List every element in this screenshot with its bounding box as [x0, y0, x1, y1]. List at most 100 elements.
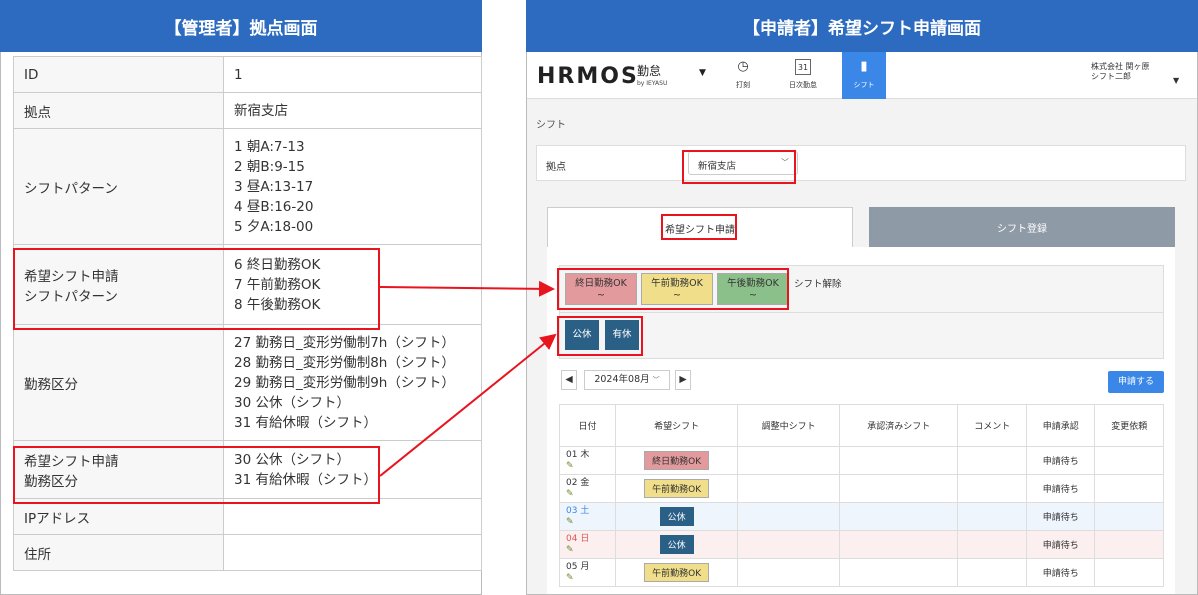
row-value-line: 27 勤務日_変形労働制7h（シフト） — [234, 334, 455, 351]
next-month-button[interactable]: ▶ — [675, 370, 691, 390]
nav-punch-label: 打刻 — [736, 81, 750, 89]
holiday-public-button[interactable]: 公休 — [565, 320, 599, 350]
comment-cell — [957, 474, 1027, 503]
row-key-line: IPアドレス — [24, 510, 91, 527]
tab-shift-request[interactable]: 希望シフト申請 — [547, 207, 853, 247]
row-value: 6 終日勤務OK 7 午前勤務OK 8 午後勤務OK — [223, 244, 482, 325]
pencil-icon[interactable]: ✎ — [566, 573, 574, 583]
table-row: 01 木 ✎ 終日勤務OK 申請待ち — [558, 446, 1164, 475]
holiday-paid-button[interactable]: 有休 — [605, 320, 639, 350]
approved-shift-cell — [839, 474, 959, 503]
nav-punch-button[interactable]: ◷ 打刻 — [721, 52, 765, 99]
user-name: シフト二郎 — [1091, 72, 1131, 81]
shift-chip: 公休 — [659, 535, 694, 554]
row-key-line: 希望シフト申請 — [24, 268, 119, 285]
location-row: 住所 — [13, 534, 482, 571]
pencil-icon[interactable]: ✎ — [566, 461, 574, 471]
location-row: 希望シフト申請 シフトパターン 6 終日勤務OK 7 午前勤務OK 8 午後勤務OK — [13, 244, 482, 325]
requested-shift-cell[interactable]: 公休 — [615, 530, 739, 559]
requested-shift-cell[interactable]: 午前勤務OK — [615, 558, 739, 587]
row-key: 拠点 — [13, 92, 224, 129]
row-key: シフトパターン — [13, 128, 224, 245]
prev-month-button[interactable]: ◀ — [561, 370, 577, 390]
column-header: 調整中シフト — [737, 404, 841, 447]
nav-daily-button[interactable]: 31 日次勤怠 — [781, 52, 825, 99]
table-row: 05 月 ✎ 午前勤務OK 申請待ち — [558, 558, 1164, 587]
row-key-line: シフトパターン — [24, 288, 118, 305]
shift-icon: ▮ — [860, 59, 868, 74]
pattern-afternoon-label: 午後勤務OK — [727, 278, 779, 289]
shift-chip: 公休 — [659, 507, 694, 526]
pattern-morning-label: 午前勤務OK — [651, 278, 703, 289]
comment-cell — [957, 502, 1027, 531]
requested-shift-cell[interactable]: 終日勤務OK — [615, 446, 739, 475]
tab-shift-register[interactable]: シフト登録 — [869, 207, 1175, 247]
product-switch-caret-icon[interactable]: ▼ — [699, 68, 706, 78]
row-key-line: 勤務区分 — [24, 376, 78, 393]
month-select[interactable]: 2024年08月 ﹀ — [584, 370, 670, 390]
location-settings-table: ID 1 拠点 新宿支店 シフトパターン 1 朝A:7-13 2 朝B:9-15 3 昼A:1… — [13, 56, 482, 571]
nav-shift-button[interactable]: ▮ シフト — [842, 52, 886, 99]
user-menu-caret-icon[interactable]: ▼ — [1173, 76, 1179, 85]
tab-shift-register-label: シフト登録 — [997, 224, 1047, 235]
location-row: IPアドレス — [13, 498, 482, 535]
row-value-line: 30 公休（シフト） — [234, 451, 350, 468]
location-row: 勤務区分 27 勤務日_変形労働制7h（シフト） 28 勤務日_変形労働制8h（シフ… — [13, 324, 482, 441]
pattern-afternoon-time: ~ — [749, 290, 757, 301]
row-key-line: ID — [24, 66, 39, 83]
pencil-icon[interactable]: ✎ — [566, 545, 574, 555]
row-key: IPアドレス — [13, 498, 224, 535]
row-key-line: 勤務区分 — [24, 473, 78, 490]
location-row: 拠点 新宿支店 — [13, 92, 482, 129]
location-select[interactable]: 新宿支店 ﹀ — [688, 151, 798, 175]
requested-shift-cell[interactable]: 公休 — [615, 502, 739, 531]
row-key: 希望シフト申請 シフトパターン — [13, 244, 224, 325]
shift-chip: 午前勤務OK — [644, 563, 710, 582]
admin-location-panel: ID 1 拠点 新宿支店 シフトパターン 1 朝A:7-13 2 朝B:9-15 3 昼A:1… — [0, 52, 482, 595]
row-value-line: 2 朝B:9-15 — [234, 158, 305, 175]
column-header: 日付 — [558, 404, 617, 447]
column-header: 変更依頼 — [1094, 404, 1164, 447]
date-label: 04 日 — [566, 533, 590, 544]
table-row: 03 土 ✎ 公休 申請待ち — [558, 502, 1164, 531]
comment-cell — [957, 530, 1027, 559]
adjusting-shift-cell — [737, 474, 841, 503]
column-header: 申請承認 — [1025, 404, 1096, 447]
location-filter: 拠点 新宿支店 ﹀ — [536, 145, 1186, 181]
apply-button[interactable]: 申請する — [1108, 371, 1164, 393]
row-value-line: 1 朝A:7-13 — [234, 138, 305, 155]
chevron-down-icon: ﹀ — [781, 158, 789, 167]
requested-shift-cell[interactable]: 午前勤務OK — [615, 474, 739, 503]
date-cell: 02 金 ✎ — [558, 474, 617, 503]
pencil-icon[interactable]: ✎ — [566, 489, 574, 499]
pattern-afternoon-button[interactable]: 午後勤務OK ~ — [717, 273, 789, 305]
row-value-line: 新宿支店 — [234, 102, 288, 119]
admin-screen-header: 【管理者】拠点画面 — [0, 0, 482, 52]
adjusting-shift-cell — [737, 502, 841, 531]
date-label: 05 月 — [566, 561, 590, 572]
pattern-morning-button[interactable]: 午前勤務OK ~ — [641, 273, 713, 305]
date-cell: 04 日 ✎ — [558, 530, 617, 559]
location-row: ID 1 — [13, 56, 482, 93]
pattern-full-day-button[interactable]: 終日勤務OK ~ — [565, 273, 637, 305]
user-menu[interactable]: 株式会社 関ヶ原 シフト二郎 — [1091, 62, 1150, 82]
approval-status-cell: 申請待ち — [1025, 558, 1096, 587]
clear-shift-button[interactable]: シフト解除 — [794, 276, 842, 290]
row-value: 新宿支店 — [223, 92, 482, 129]
row-key-line: シフトパターン — [24, 180, 118, 197]
main-content: シフト 拠点 新宿支店 ﹀ 希望シフト申請 シフト登録 終日勤務OK ~ 午前勤… — [527, 99, 1197, 594]
shift-chip: 午前勤務OK — [644, 479, 710, 498]
row-value — [223, 498, 482, 535]
row-value-line: 1 — [234, 66, 243, 83]
row-value-line: 31 有給休暇（シフト） — [234, 414, 377, 431]
row-value-line: 31 有給休暇（シフト） — [234, 471, 377, 488]
change-request-cell — [1094, 502, 1164, 531]
location-label: 拠点 — [546, 162, 566, 173]
row-value-line: 6 終日勤務OK — [234, 256, 321, 273]
hrmos-logo[interactable]: HRMOS — [537, 64, 639, 89]
row-value: 1 朝A:7-13 2 朝B:9-15 3 昼A:13-17 4 昼B:16-20 5 … — [223, 128, 482, 245]
approved-shift-cell — [839, 446, 959, 475]
pattern-full-day-time: ~ — [597, 290, 605, 301]
row-key-line: 希望シフト申請 — [24, 453, 119, 470]
pencil-icon[interactable]: ✎ — [566, 517, 574, 527]
